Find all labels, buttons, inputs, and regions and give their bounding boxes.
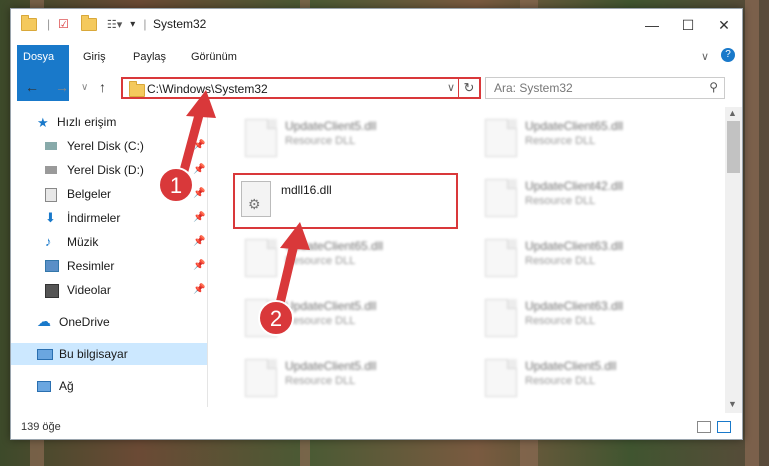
address-path: C:\Windows\System32 <box>147 82 268 96</box>
sidebar-item-music[interactable]: ♪ Müzik 📌 <box>11 231 207 253</box>
search-input[interactable]: Ara: System32 ⚲ <box>485 77 725 99</box>
drive-icon <box>45 142 57 150</box>
navigation-bar: ← → ∨ ↑ C:\Windows\System32 ∨ ↻ Ara: Sys… <box>11 73 742 103</box>
sidebar-item-documents[interactable]: Belgeler 📌 <box>11 183 207 205</box>
video-icon <box>45 284 59 298</box>
search-placeholder: Ara: System32 <box>494 81 573 95</box>
music-icon: ♪ <box>45 234 52 249</box>
sidebar-item-downloads[interactable]: ⬇ İndirmeler 📌 <box>11 207 207 229</box>
dll-file-icon <box>485 359 517 397</box>
dll-file-icon <box>245 239 277 277</box>
status-bar: 139 öğe <box>11 417 742 437</box>
folder-icon <box>21 14 37 31</box>
list-item[interactable]: UpdateClient5.dll Resource DLL <box>477 353 707 407</box>
separator: | <box>143 17 147 31</box>
window-title: System32 <box>153 17 207 31</box>
vertical-scrollbar[interactable]: ▲ ▼ <box>725 107 742 413</box>
dll-file-icon <box>245 119 277 157</box>
pane-divider[interactable] <box>207 107 208 407</box>
pin-icon[interactable]: 📌 <box>193 279 205 301</box>
target-file-name: mdll16.dll <box>281 183 332 197</box>
details-view-icon[interactable] <box>697 421 711 433</box>
new-folder-icon[interactable] <box>80 14 97 31</box>
minimize-button[interactable]: — <box>637 13 667 37</box>
list-item[interactable]: UpdateClient65.dll Resource DLL <box>477 113 707 169</box>
pin-icon[interactable]: 📌 <box>193 255 205 277</box>
dll-file-icon <box>485 299 517 337</box>
dll-file-icon <box>485 119 517 157</box>
pin-icon[interactable]: 📌 <box>193 231 205 253</box>
sidebar-item-videos[interactable]: Videolar 📌 <box>11 279 207 301</box>
separator: | <box>47 17 51 31</box>
sidebar-item-this-pc[interactable]: Bu bilgisayar <box>11 343 207 365</box>
tab-paylas[interactable]: Paylaş <box>123 45 176 69</box>
target-file-item[interactable]: ⚙ mdll16.dll <box>233 173 458 229</box>
help-icon[interactable]: ? <box>721 48 735 62</box>
large-icons-view-icon[interactable] <box>717 421 731 433</box>
pin-icon[interactable]: 📌 <box>193 207 205 229</box>
list-item[interactable]: UpdateClient63.dll Resource DLL <box>477 233 707 289</box>
sidebar-item-disk-d[interactable]: Yerel Disk (D:) 📌 <box>11 159 207 181</box>
ribbon-expand-icon[interactable]: ∨ <box>701 50 709 63</box>
title-bar: | ☑ ☷▾ ▾ | System32 — ☐ ✕ <box>11 9 742 41</box>
explorer-window: | ☑ ☷▾ ▾ | System32 — ☐ ✕ Dosya Giriş Pa… <box>10 8 743 440</box>
pictures-icon <box>45 260 59 272</box>
ribbon-tabs: Dosya Giriş Paylaş Görünüm ∨ ? <box>11 45 742 101</box>
list-item[interactable]: UpdateClient42.dll Resource DLL <box>477 173 707 229</box>
scroll-down-icon[interactable]: ▼ <box>728 399 737 409</box>
dll-file-icon <box>485 179 517 217</box>
properties-icon[interactable]: ☑ <box>58 17 69 31</box>
list-item[interactable]: UpdateClient65.dll Resource DLL <box>237 233 467 289</box>
up-button[interactable]: ↑ <box>99 79 106 95</box>
navigation-pane: ★ Hızlı erişim Yerel Disk (C:) 📌 Yerel D… <box>11 107 207 407</box>
drive-icon <box>45 166 57 174</box>
list-item[interactable]: UpdateClient5.dll Resource DLL <box>237 353 467 407</box>
list-item[interactable]: UpdateClient5.dll Resource DLL <box>237 293 467 349</box>
pin-icon[interactable]: 📌 <box>193 159 205 181</box>
close-button[interactable]: ✕ <box>709 13 739 37</box>
cloud-icon: ☁ <box>37 313 51 329</box>
address-bar[interactable]: C:\Windows\System32 ∨ ↻ <box>121 77 481 99</box>
forward-button[interactable]: → <box>55 79 69 95</box>
scrollbar-thumb[interactable] <box>727 121 740 173</box>
document-icon <box>45 188 57 202</box>
download-icon: ⬇ <box>45 210 56 225</box>
dll-file-icon <box>245 299 277 337</box>
dll-file-icon <box>485 239 517 277</box>
network-icon <box>37 381 51 392</box>
tab-giris[interactable]: Giriş <box>73 45 116 69</box>
sidebar-item-onedrive[interactable]: ☁ OneDrive <box>11 311 207 333</box>
list-item[interactable]: UpdateClient63.dll Resource DLL <box>477 293 707 349</box>
item-count: 139 öğe <box>21 421 61 433</box>
folder-icon <box>129 81 145 97</box>
recent-locations-icon[interactable]: ∨ <box>81 82 88 93</box>
maximize-button[interactable]: ☐ <box>673 13 703 37</box>
pin-icon[interactable]: 📌 <box>193 183 205 205</box>
gear-icon: ⚙ <box>248 196 261 212</box>
star-icon: ★ <box>37 115 49 130</box>
customize-icon[interactable]: ☷▾ <box>107 18 122 31</box>
pin-icon[interactable]: 📌 <box>193 135 205 157</box>
sidebar-item-quick-access[interactable]: ★ Hızlı erişim <box>11 111 207 133</box>
sidebar-item-pictures[interactable]: Resimler 📌 <box>11 255 207 277</box>
search-icon: ⚲ <box>709 80 718 94</box>
quick-access-toolbar: | ☑ ☷▾ ▾ | <box>21 14 147 31</box>
chevron-down-icon[interactable]: ∨ <box>447 81 455 94</box>
sidebar-item-network[interactable]: Ağ <box>11 375 207 397</box>
tab-gorunum[interactable]: Görünüm <box>181 45 247 69</box>
computer-icon <box>37 349 53 360</box>
dll-file-icon <box>245 359 277 397</box>
back-button[interactable]: ← <box>25 79 39 95</box>
list-item[interactable]: UpdateClient5.dll Resource DLL <box>237 113 467 169</box>
file-list: UpdateClient5.dll Resource DLL UpdateCli… <box>211 107 721 407</box>
dll-file-icon: ⚙ <box>241 181 271 217</box>
refresh-icon[interactable]: ↻ <box>458 79 479 97</box>
scroll-up-icon[interactable]: ▲ <box>728 108 737 118</box>
sidebar-item-disk-c[interactable]: Yerel Disk (C:) 📌 <box>11 135 207 157</box>
toolbar-dropdown-icon[interactable]: ▾ <box>130 19 135 30</box>
